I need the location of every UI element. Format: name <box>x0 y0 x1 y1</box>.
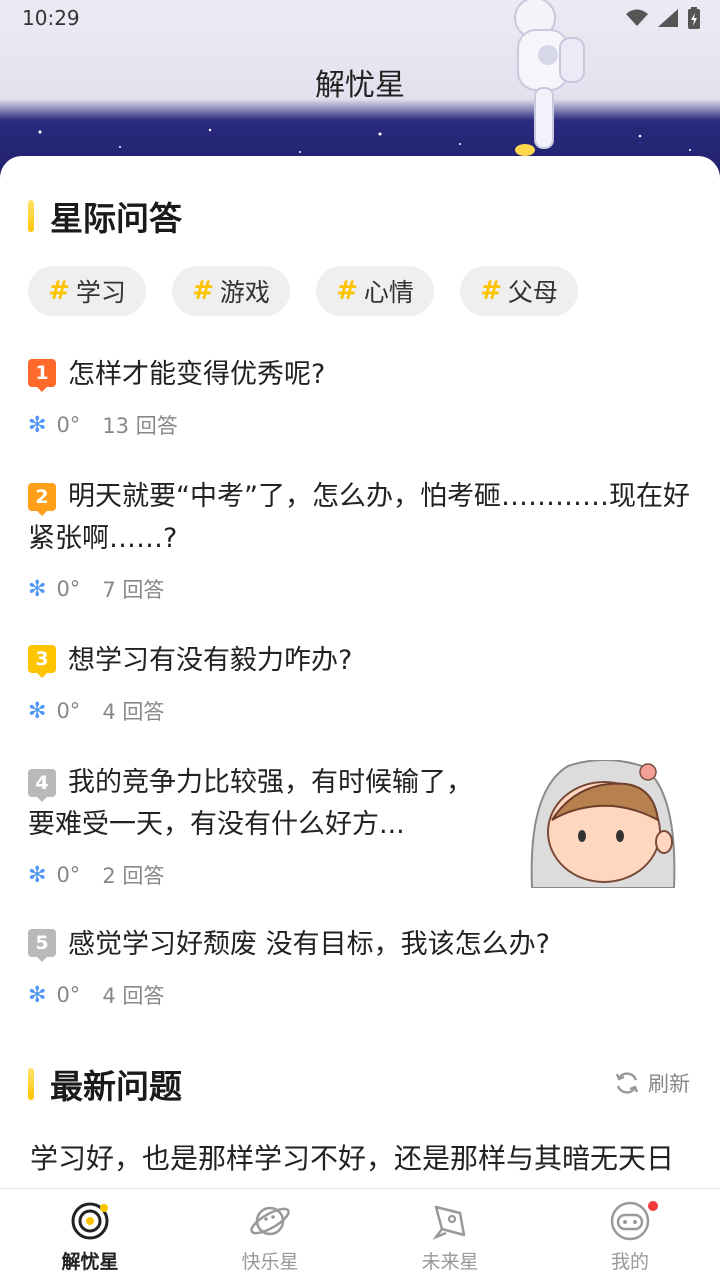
nav-item-weilaixing[interactable]: 未来星 <box>360 1189 540 1280</box>
content-card: 星际问答 # 学习 # 游戏 # 心情 # 父母 1 怎样才能变得优秀呢? ✻ … <box>0 156 720 1188</box>
status-bar: 10:29 <box>0 0 720 38</box>
bottom-nav: 解忧星 快乐星 未来星 我的 <box>0 1188 720 1280</box>
latest-section-title: 最新问题 <box>50 1067 182 1106</box>
battery-icon <box>688 7 700 29</box>
question-item[interactable]: 4 我的竞争力比较强，有时候输了，要难受一天，有没有什么好方... ✻ 0° 2 … <box>28 762 488 890</box>
rocket-icon <box>432 1205 466 1240</box>
question-text-content: 我的竞争力比较强，有时候输了，要难受一天，有没有什么好方... <box>28 767 473 840</box>
hash-icon: # <box>48 276 70 306</box>
question-item[interactable]: 1 怎样才能变得优秀呢? ✻ 0° 13 回答 <box>28 354 692 440</box>
question-meta: ✻ 0° 2 回答 <box>28 860 488 890</box>
hash-icon: # <box>192 276 214 306</box>
saturn-icon <box>250 1206 290 1236</box>
tag-mood[interactable]: # 心情 <box>316 266 434 316</box>
question-text: 4 我的竞争力比较强，有时候输了，要难受一天，有没有什么好方... <box>28 762 488 846</box>
question-text: 想学习有没有毅力咋办? <box>68 645 353 676</box>
section-accent-bar <box>28 200 34 232</box>
question-text: 怎样才能变得优秀呢? <box>68 359 326 390</box>
rank-badge: 1 <box>28 359 56 392</box>
question-meta: ✻ 0° 4 回答 <box>28 696 692 726</box>
question-thumbnail[interactable] <box>518 760 690 888</box>
nav-item-kuailexing[interactable]: 快乐星 <box>180 1189 360 1280</box>
signal-icon <box>658 9 678 27</box>
latest-question-text[interactable]: 学习好，也是那样学习不好，还是那样与其暗无天日不如就这了吧? <box>30 1136 690 1188</box>
rank-badge: 2 <box>28 483 56 516</box>
rank-badge: 3 <box>28 645 56 678</box>
refresh-label: 刷新 <box>648 1072 690 1096</box>
hash-icon: # <box>336 276 358 306</box>
header: 10:29 解忧星 <box>0 0 720 180</box>
wifi-icon <box>626 9 648 26</box>
question-degree: 0° <box>56 699 81 723</box>
snowflake-icon: ✻ <box>28 698 47 724</box>
cartoon-girl-image <box>518 760 690 888</box>
tag-label: 游戏 <box>219 278 270 307</box>
refresh-button[interactable]: 刷新 <box>614 1068 690 1098</box>
answer-count: 13 回答 <box>102 414 178 438</box>
status-icons <box>626 7 700 29</box>
tag-label: 学习 <box>75 278 126 307</box>
planet-orbit-icon <box>71 1202 109 1240</box>
tag-label: 心情 <box>363 278 414 307</box>
tag-study[interactable]: # 学习 <box>28 266 146 316</box>
notification-dot <box>646 1199 660 1213</box>
question-item[interactable]: 2 明天就要“中考”了，怎么办，怕考砸…………现在好紧张啊……? ✻ 0° 7 回… <box>28 476 692 604</box>
question-meta: ✻ 0° 4 回答 <box>28 980 692 1010</box>
question-text-content: 明天就要“中考”了，怎么办，怕考砸…………现在好紧张啊……? <box>28 481 690 554</box>
question-text: 感觉学习好颓废 没有目标，我该怎么办? <box>68 929 550 960</box>
question-item[interactable]: 3 想学习有没有毅力咋办? ✻ 0° 4 回答 <box>28 640 692 726</box>
section-accent-bar <box>28 1068 34 1100</box>
answer-count: 4 回答 <box>102 700 165 724</box>
question-degree: 0° <box>56 863 81 887</box>
nav-label: 未来星 <box>421 1251 479 1273</box>
question-item[interactable]: 5 感觉学习好颓废 没有目标，我该怎么办? ✻ 0° 4 回答 <box>28 924 692 1010</box>
status-time: 10:29 <box>22 6 80 30</box>
qa-section-header: 星际问答 <box>28 192 182 240</box>
tag-parents[interactable]: # 父母 <box>460 266 578 316</box>
snowflake-icon: ✻ <box>28 982 47 1008</box>
qa-section-title: 星际问答 <box>50 199 182 238</box>
tag-list: # 学习 # 游戏 # 心情 # 父母 <box>28 266 578 316</box>
nav-item-jieyouxing[interactable]: 解忧星 <box>0 1189 180 1280</box>
rank-badge: 5 <box>28 929 56 962</box>
snowflake-icon: ✻ <box>28 412 47 438</box>
tag-label: 父母 <box>507 278 558 307</box>
question-degree: 0° <box>56 983 81 1007</box>
nav-item-mine[interactable]: 我的 <box>540 1189 720 1280</box>
snowflake-icon: ✻ <box>28 576 47 602</box>
answer-count: 4 回答 <box>102 984 165 1008</box>
page-title: 解忧星 <box>315 68 405 103</box>
answer-count: 2 回答 <box>102 864 165 888</box>
nav-label: 解忧星 <box>61 1251 119 1273</box>
question-text: 2 明天就要“中考”了，怎么办，怕考砸…………现在好紧张啊……? <box>28 476 692 560</box>
hash-icon: # <box>480 276 502 306</box>
tag-game[interactable]: # 游戏 <box>172 266 290 316</box>
question-meta: ✻ 0° 7 回答 <box>28 574 692 604</box>
question-degree: 0° <box>56 577 81 601</box>
rank-badge: 4 <box>28 769 56 802</box>
question-meta: ✻ 0° 13 回答 <box>28 410 692 440</box>
answer-count: 7 回答 <box>102 578 165 602</box>
refresh-icon <box>615 1072 639 1094</box>
nav-label: 快乐星 <box>241 1251 299 1273</box>
snowflake-icon: ✻ <box>28 862 47 888</box>
latest-section-header: 最新问题 <box>28 1060 182 1108</box>
nav-label: 我的 <box>610 1251 649 1273</box>
question-degree: 0° <box>56 413 81 437</box>
